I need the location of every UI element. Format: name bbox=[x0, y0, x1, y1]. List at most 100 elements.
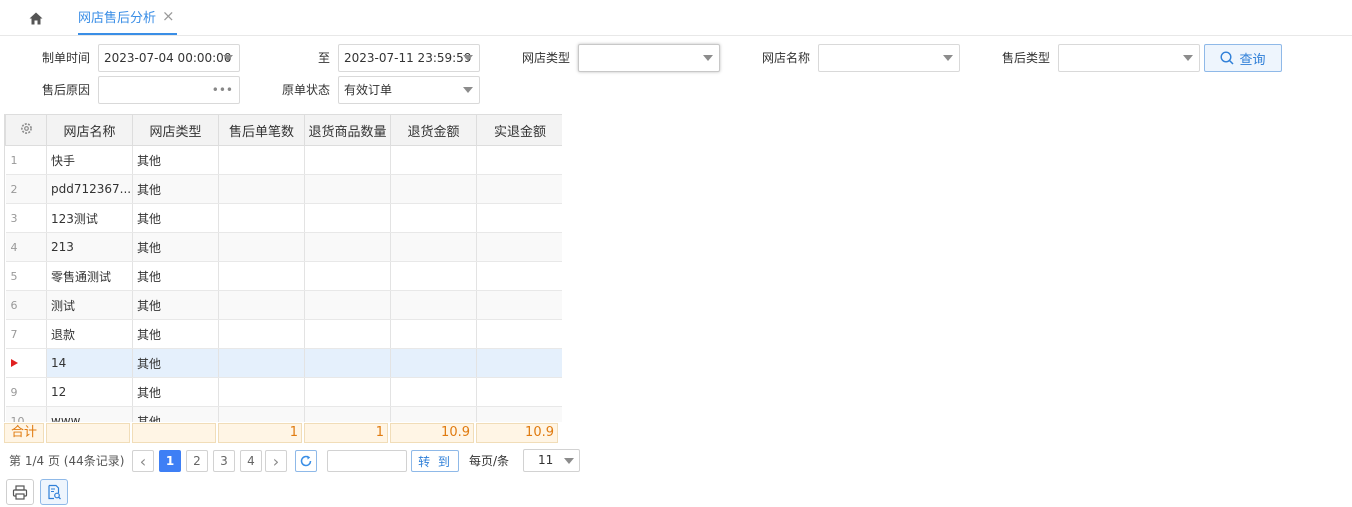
date-from-value: 2023-07-04 00:00:00 bbox=[104, 51, 232, 65]
table-row[interactable]: 9 12 其他 bbox=[5, 377, 562, 407]
table-row[interactable]: 5 零售通测试 其他 bbox=[5, 261, 562, 291]
column-header[interactable]: 退货商品数量 bbox=[304, 114, 391, 146]
goto-page-input[interactable] bbox=[327, 450, 407, 472]
cell-amount bbox=[390, 203, 477, 233]
cell-amount bbox=[390, 232, 477, 262]
more-icon[interactable]: ••• bbox=[212, 77, 233, 103]
goto-button[interactable]: 转 到 bbox=[411, 450, 459, 472]
column-header[interactable]: 退货金额 bbox=[390, 114, 477, 146]
cell-refund bbox=[476, 319, 562, 349]
row-number: 6 bbox=[5, 290, 47, 320]
cell-amount bbox=[390, 174, 477, 204]
printer-icon bbox=[12, 484, 28, 500]
chevron-down-icon bbox=[943, 55, 953, 61]
aftersale-type-label: 售后类型 bbox=[1001, 51, 1050, 65]
preview-button[interactable] bbox=[40, 479, 68, 505]
cell-count bbox=[218, 174, 305, 204]
prev-page-button[interactable]: ‹ bbox=[132, 450, 154, 472]
cell-qty bbox=[304, 319, 391, 349]
cell-qty bbox=[304, 406, 391, 422]
print-button[interactable] bbox=[6, 479, 34, 505]
cell-shop-name: 213 bbox=[46, 232, 133, 262]
table-row[interactable]: 2 pdd712367... 其他 bbox=[5, 174, 562, 204]
cell-shop-name: www bbox=[46, 406, 133, 422]
cell-amount bbox=[390, 348, 477, 378]
table-row[interactable]: 1 快手 其他 bbox=[5, 145, 562, 175]
row-number: 4 bbox=[5, 232, 47, 262]
cell-refund bbox=[476, 406, 562, 422]
cell-count bbox=[218, 377, 305, 407]
next-page-button[interactable]: › bbox=[265, 450, 287, 472]
page-button-3[interactable]: 3 bbox=[213, 450, 235, 472]
gear-icon bbox=[20, 122, 32, 134]
cell-shop-type: 其他 bbox=[132, 319, 219, 349]
cell-shop-type: 其他 bbox=[132, 145, 219, 175]
cell-shop-name: 退款 bbox=[46, 319, 133, 349]
date-from-picker[interactable]: 2023-07-04 00:00:00 bbox=[98, 44, 240, 72]
grid-header: 网店名称 网店类型 售后单笔数 退货商品数量 退货金额 实退金额 bbox=[5, 114, 562, 146]
reason-input[interactable]: ••• bbox=[98, 76, 240, 104]
table-row[interactable]: 6 测试 其他 bbox=[5, 290, 562, 320]
cell-shop-type: 其他 bbox=[132, 348, 219, 378]
per-page-label: 每页/条 bbox=[469, 454, 510, 468]
cell-count bbox=[218, 348, 305, 378]
cell-count bbox=[218, 319, 305, 349]
chevron-down-icon bbox=[703, 55, 713, 61]
cell-amount bbox=[390, 319, 477, 349]
current-row-icon bbox=[10, 358, 18, 367]
page-button-1[interactable]: 1 bbox=[159, 450, 181, 472]
cell-count bbox=[218, 261, 305, 291]
cell-refund bbox=[476, 145, 562, 175]
cell-refund bbox=[476, 203, 562, 233]
table-row[interactable]: 3 123测试 其他 bbox=[5, 203, 562, 233]
tab-label: 网店售后分析 bbox=[78, 11, 157, 26]
total-qty: 1 bbox=[304, 423, 388, 443]
cell-refund bbox=[476, 290, 562, 320]
total-type bbox=[132, 423, 216, 443]
refresh-button[interactable] bbox=[295, 450, 317, 472]
cell-shop-name: 123测试 bbox=[46, 203, 133, 233]
close-icon[interactable]: × bbox=[162, 9, 175, 24]
column-header[interactable]: 实退金额 bbox=[476, 114, 562, 146]
cell-amount bbox=[390, 261, 477, 291]
date-to-value: 2023-07-11 23:59:59 bbox=[344, 51, 472, 65]
cell-shop-name: pdd712367... bbox=[46, 174, 133, 204]
table-row[interactable]: 7 退款 其他 bbox=[5, 319, 562, 349]
cell-amount bbox=[390, 290, 477, 320]
order-status-select[interactable]: 有效订单 bbox=[338, 76, 480, 104]
document-search-icon bbox=[48, 484, 61, 500]
date-label: 制单时间 bbox=[41, 51, 90, 65]
aftersale-type-select[interactable] bbox=[1058, 44, 1200, 72]
page-button-4[interactable]: 4 bbox=[240, 450, 262, 472]
cell-count bbox=[218, 203, 305, 233]
table-row-selected[interactable]: 14 其他 bbox=[5, 348, 562, 378]
column-header[interactable]: 售后单笔数 bbox=[218, 114, 305, 146]
cell-qty bbox=[304, 145, 391, 175]
cell-refund bbox=[476, 348, 562, 378]
cell-refund bbox=[476, 261, 562, 291]
chevron-down-icon bbox=[1183, 55, 1193, 61]
cell-refund bbox=[476, 174, 562, 204]
cell-qty bbox=[304, 232, 391, 262]
shop-name-select[interactable] bbox=[818, 44, 960, 72]
per-page-select[interactable]: 11 bbox=[523, 449, 580, 472]
cell-amount bbox=[390, 406, 477, 422]
cell-shop-name: 快手 bbox=[46, 145, 133, 175]
column-header[interactable]: 网店名称 bbox=[46, 114, 133, 146]
column-settings-button[interactable] bbox=[5, 114, 47, 146]
page-button-2[interactable]: 2 bbox=[186, 450, 208, 472]
cell-qty bbox=[304, 261, 391, 291]
cell-count bbox=[218, 290, 305, 320]
table-row[interactable]: 4 213 其他 bbox=[5, 232, 562, 262]
chevron-down-icon bbox=[223, 55, 233, 61]
cell-qty bbox=[304, 174, 391, 204]
date-to-picker[interactable]: 2023-07-11 23:59:59 bbox=[338, 44, 480, 72]
shop-type-select[interactable] bbox=[578, 44, 720, 72]
home-icon[interactable] bbox=[26, 8, 46, 28]
query-button[interactable]: 查询 bbox=[1204, 44, 1282, 72]
tab-aftersale-analysis[interactable]: 网店售后分析 × bbox=[78, 0, 177, 35]
chevron-down-icon bbox=[564, 458, 574, 464]
table-row[interactable]: 10 www 其他 bbox=[5, 406, 562, 422]
column-header[interactable]: 网店类型 bbox=[132, 114, 219, 146]
cell-shop-type: 其他 bbox=[132, 261, 219, 291]
